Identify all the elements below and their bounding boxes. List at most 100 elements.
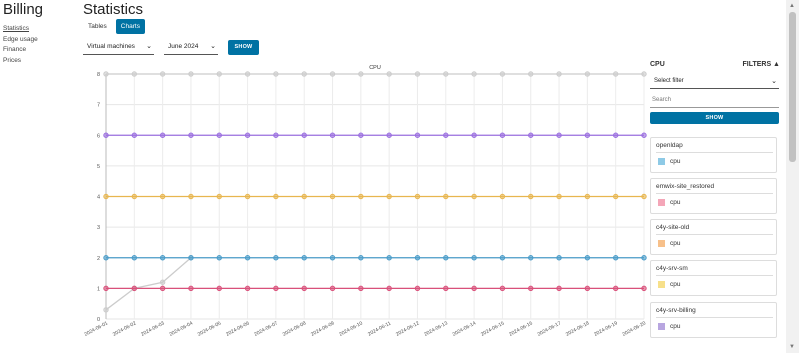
data-point [556, 193, 562, 200]
data-point [612, 255, 619, 261]
scroll-up-icon[interactable]: ▲ [789, 3, 795, 9]
x-tick-label: 2024-06-03 [140, 320, 166, 337]
vm-card[interactable]: openldap cpu [650, 137, 777, 173]
data-point [612, 285, 619, 292]
data-point [188, 193, 194, 200]
divider [656, 317, 773, 318]
vm-card-series: cpu [670, 240, 681, 247]
data-point [584, 71, 591, 77]
series-swatch [658, 323, 665, 330]
resource-select-value: Virtual machines [87, 43, 135, 50]
data-point [216, 193, 222, 200]
data-point [414, 71, 421, 77]
nav-item-prices[interactable]: Prices [3, 56, 38, 67]
x-tick-label: 2024-06-19 [593, 320, 619, 337]
data-point [273, 255, 279, 261]
data-point [584, 285, 591, 292]
y-tick-label: 4 [97, 195, 100, 201]
y-tick-label: 5 [97, 164, 100, 170]
x-tick-label: 2024-06-13 [423, 320, 449, 337]
x-tick-label: 2024-06-18 [565, 320, 591, 337]
x-tick-label: 2024-06-17 [537, 320, 563, 337]
filter-select[interactable]: Select filter ⌄ [650, 74, 779, 89]
data-point [301, 193, 307, 200]
data-point [386, 255, 392, 261]
filter-show-button[interactable]: SHOW [650, 112, 779, 124]
data-point [329, 255, 336, 261]
data-point [528, 255, 534, 261]
period-select[interactable]: June 2024 ⌄ [164, 41, 218, 55]
data-point [301, 255, 307, 261]
tab-charts[interactable]: Charts [115, 19, 145, 34]
vm-card-title: emwix-site_restored [656, 183, 715, 190]
vm-card[interactable]: c4y-site-old cpu [650, 219, 777, 255]
data-point [131, 132, 138, 138]
divider [656, 193, 773, 194]
scroll-down-icon[interactable]: ▼ [789, 344, 795, 350]
data-point [443, 193, 449, 200]
data-point [414, 255, 421, 261]
series-swatch [658, 158, 665, 165]
data-point [358, 193, 364, 200]
data-point [159, 193, 166, 200]
x-tick-label: 2024-06-15 [480, 320, 506, 337]
filter-panel-title: CPU [650, 61, 665, 68]
app-title: Billing [3, 1, 44, 18]
filter-panel: CPU FILTERS ▲ Select filter ⌄ Search SHO… [648, 60, 780, 353]
nav-item-finance[interactable]: Finance [3, 45, 38, 56]
data-point [273, 71, 279, 77]
data-point [612, 71, 619, 77]
vm-card[interactable]: c4y-srv-sm cpu [650, 260, 777, 296]
data-point [528, 193, 534, 200]
data-point [188, 132, 194, 138]
vm-card[interactable]: emwix-site_restored cpu [650, 178, 777, 214]
resource-select[interactable]: Virtual machines ⌄ [83, 41, 154, 55]
data-point [216, 132, 222, 138]
tab-tables[interactable]: Tables [83, 19, 112, 34]
data-point [471, 71, 477, 77]
data-point [386, 71, 392, 77]
data-point [273, 193, 279, 200]
x-tick-label: 2024-06-12 [395, 320, 421, 337]
data-point [329, 132, 336, 138]
scroll-thumb[interactable] [789, 12, 796, 162]
data-point [443, 285, 449, 292]
data-point [244, 71, 251, 77]
divider [656, 275, 773, 276]
data-point [443, 255, 449, 261]
y-tick-label: 1 [97, 286, 100, 292]
data-point [159, 132, 166, 138]
y-tick-label: 6 [97, 133, 100, 139]
data-point [131, 285, 138, 292]
page-scrollbar[interactable]: ▲ ▼ [786, 0, 799, 353]
vm-card-title: c4y-srv-sm [656, 265, 688, 272]
data-point [641, 285, 647, 292]
data-point [131, 71, 138, 77]
vm-card-series: cpu [670, 199, 681, 206]
search-input[interactable]: Search [650, 94, 779, 108]
y-tick-label: 7 [97, 103, 100, 109]
nav-item-edge-usage[interactable]: Edge usage [3, 35, 38, 46]
chart-title: CPU [369, 65, 381, 71]
x-tick-label: 2024-06-02 [112, 320, 138, 337]
data-point [329, 193, 336, 200]
x-tick-label: 2024-06-06 [225, 320, 251, 337]
data-point [159, 255, 166, 261]
filters-toggle[interactable]: FILTERS ▲ [742, 61, 780, 68]
vm-card[interactable]: c4y-srv-billing cpu [650, 302, 777, 338]
data-point [301, 71, 307, 77]
data-point [641, 71, 647, 77]
nav-item-statistics[interactable]: Statistics [3, 24, 38, 35]
data-point [329, 285, 336, 292]
data-point [612, 132, 619, 138]
chevron-down-icon: ⌄ [771, 78, 777, 85]
show-button[interactable]: SHOW [228, 40, 259, 55]
data-point [584, 255, 591, 261]
series-line [105, 257, 192, 311]
x-tick-label: 2024-06-07 [253, 320, 279, 337]
data-point [159, 279, 166, 285]
vm-card-series: cpu [670, 281, 681, 288]
data-point [471, 285, 477, 292]
view-tabs: Tables Charts [83, 19, 145, 34]
data-point [556, 255, 562, 261]
